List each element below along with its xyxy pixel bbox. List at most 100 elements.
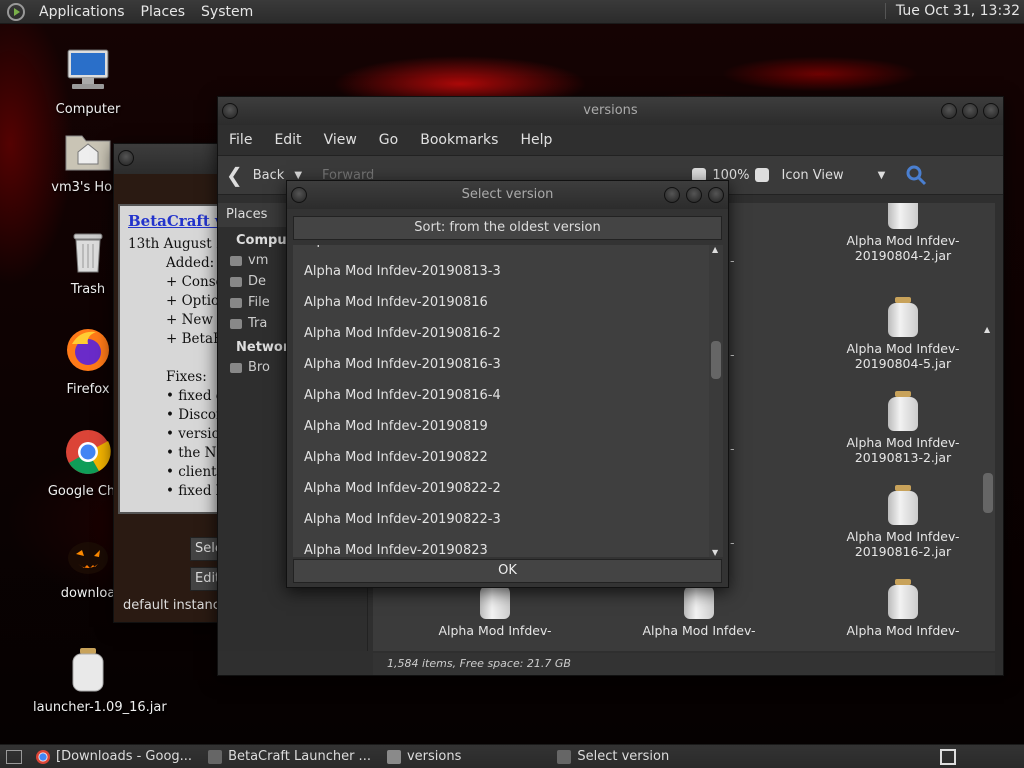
version-list-item[interactable]: Alpha Mod Infdev-20190816-4 bbox=[293, 380, 709, 411]
minimize-button[interactable] bbox=[664, 187, 680, 203]
maximize-button[interactable] bbox=[962, 103, 978, 119]
file-item[interactable]: Alpha Mod Infdev-20190804-2.jar bbox=[828, 203, 978, 263]
scroll-up-arrow-icon[interactable]: ▲ bbox=[984, 325, 990, 334]
changelog-added-item: + BetaE bbox=[166, 331, 223, 347]
zoom-in-icon bbox=[755, 168, 770, 182]
changelog-added-label: Added: bbox=[166, 255, 215, 271]
close-button[interactable] bbox=[708, 187, 724, 203]
version-list-item[interactable]: Alpha Mod Infdev-20190822-3 bbox=[293, 504, 709, 535]
jar-icon bbox=[888, 203, 918, 229]
distro-logo-icon[interactable] bbox=[7, 2, 25, 21]
back-arrow-icon: ❮ bbox=[226, 163, 243, 187]
version-list-item[interactable]: Alpha Mod Infdev-20190819 bbox=[293, 411, 709, 442]
version-list-item[interactable]: Alpha Mod Infdev-20190823 bbox=[293, 535, 709, 557]
jar-icon bbox=[888, 579, 918, 619]
changelog-fix-item: • Discor bbox=[166, 407, 223, 423]
partial-file-label: - bbox=[730, 441, 735, 456]
version-list-item[interactable]: Alpha Mod Infdev-20190822-2 bbox=[293, 473, 709, 504]
menu-help[interactable]: Help bbox=[509, 132, 563, 148]
bottom-taskbar: [Downloads - Goog... BetaCraft Launcher … bbox=[0, 744, 1024, 768]
version-list-scrollbar[interactable]: ▲ ▼ bbox=[709, 245, 723, 557]
back-label: Back bbox=[252, 167, 285, 183]
sort-order-button[interactable]: Sort: from the oldest version bbox=[293, 216, 722, 240]
file-name: Alpha Mod Infdev-20190804-5.jar bbox=[846, 341, 960, 371]
desktop-icon-computer[interactable]: Computer bbox=[33, 46, 143, 117]
menu-places[interactable]: Places bbox=[133, 4, 194, 20]
changelog-added-item: + Option bbox=[166, 293, 228, 309]
changelog-date: 13th August 2 bbox=[128, 236, 225, 252]
taskbar-item-chrome[interactable]: [Downloads - Goog... bbox=[32, 749, 196, 764]
computer-icon bbox=[67, 49, 109, 89]
workspace-switcher-icon[interactable] bbox=[940, 749, 956, 765]
taskbar-item-label: versions bbox=[406, 749, 462, 764]
file-item[interactable]: Alpha Mod Infdev-20190804-5.jar bbox=[828, 297, 978, 371]
scrollbar-thumb[interactable] bbox=[983, 473, 993, 513]
changelog-added-item: + Conso bbox=[166, 274, 224, 290]
changelog-fix-item: • fixed e bbox=[166, 388, 224, 404]
taskbar-item-label: BetaCraft Launcher ... bbox=[228, 749, 371, 764]
taskbar-item-label: Select version bbox=[577, 749, 670, 764]
minimize-button[interactable] bbox=[941, 103, 957, 119]
version-list: Alpha Mod Infdev-20190813-2 Alpha Mod In… bbox=[293, 245, 709, 557]
file-item[interactable]: Alpha Mod Infdev-20190816-2.jar bbox=[828, 485, 978, 559]
changelog-fix-item: • fixed la bbox=[166, 483, 228, 499]
window-menu-icon[interactable] bbox=[291, 187, 307, 203]
taskbar-item-select-version[interactable]: Select version bbox=[553, 749, 673, 764]
scroll-up-arrow-icon[interactable]: ▲ bbox=[712, 245, 718, 254]
desktop-icon-launcher-jar[interactable]: launcher-1.09_16.jar bbox=[33, 648, 167, 715]
menu-applications[interactable]: Applications bbox=[31, 4, 133, 20]
show-desktop-icon[interactable] bbox=[6, 749, 22, 764]
select-version-titlebar[interactable]: Select version bbox=[287, 181, 728, 209]
window-menu-icon[interactable] bbox=[118, 150, 134, 166]
window-menu-icon[interactable] bbox=[222, 103, 238, 119]
chevron-down-icon: ▼ bbox=[294, 169, 303, 181]
desktop-icon-label: launcher-1.09_16.jar bbox=[33, 700, 167, 715]
maximize-button[interactable] bbox=[686, 187, 702, 203]
ok-button[interactable]: OK bbox=[293, 559, 722, 583]
search-button[interactable] bbox=[905, 164, 927, 186]
pumpkin-icon bbox=[68, 542, 108, 574]
taskbar-item-betacraft[interactable]: BetaCraft Launcher ... bbox=[204, 749, 375, 764]
trash-icon bbox=[73, 233, 103, 273]
dialog-title: Select version bbox=[461, 187, 554, 202]
jar-icon bbox=[888, 391, 918, 431]
menu-bookmarks[interactable]: Bookmarks bbox=[409, 132, 509, 148]
close-button[interactable] bbox=[983, 103, 999, 119]
menu-go[interactable]: Go bbox=[368, 132, 409, 148]
menu-file[interactable]: File bbox=[218, 132, 263, 148]
scroll-down-arrow-icon[interactable]: ▼ bbox=[712, 548, 718, 557]
clock[interactable]: Tue Oct 31, 13:32 bbox=[884, 3, 1020, 19]
changelog-title[interactable]: BetaCraft v1 bbox=[128, 212, 226, 231]
chrome-icon bbox=[36, 749, 50, 764]
menu-system[interactable]: System bbox=[193, 4, 261, 20]
version-list-item[interactable]: Alpha Mod Infdev-20190813-2 bbox=[293, 245, 709, 256]
file-item[interactable]: Alpha Mod Infdev- bbox=[828, 579, 978, 638]
file-item[interactable]: Alpha Mod Infdev-20190813-2.jar bbox=[828, 391, 978, 465]
folder-icon bbox=[386, 749, 401, 764]
changelog-fix-item: • version bbox=[166, 426, 228, 442]
changelog-fixes-label: Fixes: bbox=[166, 369, 207, 385]
partial-file-label: - bbox=[730, 253, 735, 268]
jar-icon bbox=[72, 648, 104, 692]
search-icon bbox=[906, 165, 927, 186]
instance-name: default instance bbox=[123, 598, 228, 613]
partial-file-label: - bbox=[730, 535, 735, 550]
chevron-down-icon: ▼ bbox=[877, 169, 886, 181]
menu-edit[interactable]: Edit bbox=[263, 132, 312, 148]
scrollbar-thumb[interactable] bbox=[711, 341, 721, 379]
firefox-icon bbox=[67, 329, 109, 371]
version-list-item[interactable]: Alpha Mod Infdev-20190813-3 bbox=[293, 256, 709, 287]
version-list-item[interactable]: Alpha Mod Infdev-20190816-2 bbox=[293, 318, 709, 349]
version-list-item[interactable]: Alpha Mod Infdev-20190816 bbox=[293, 287, 709, 318]
taskbar-item-versions[interactable]: versions bbox=[383, 749, 465, 764]
file-view-scrollbar[interactable]: ▲ ▼ bbox=[983, 325, 993, 651]
version-list-item[interactable]: Alpha Mod Infdev-20190822 bbox=[293, 442, 709, 473]
menu-view[interactable]: View bbox=[313, 132, 368, 148]
partial-file-label: - bbox=[730, 347, 735, 362]
chrome-icon bbox=[66, 430, 111, 474]
file-name: Alpha Mod Infdev- bbox=[846, 623, 960, 638]
version-list-item[interactable]: Alpha Mod Infdev-20190816-3 bbox=[293, 349, 709, 380]
view-mode-label: Icon View bbox=[781, 167, 844, 183]
file-manager-titlebar[interactable]: versions bbox=[218, 97, 1003, 125]
view-mode-select[interactable]: Icon View ▼ bbox=[781, 168, 885, 183]
